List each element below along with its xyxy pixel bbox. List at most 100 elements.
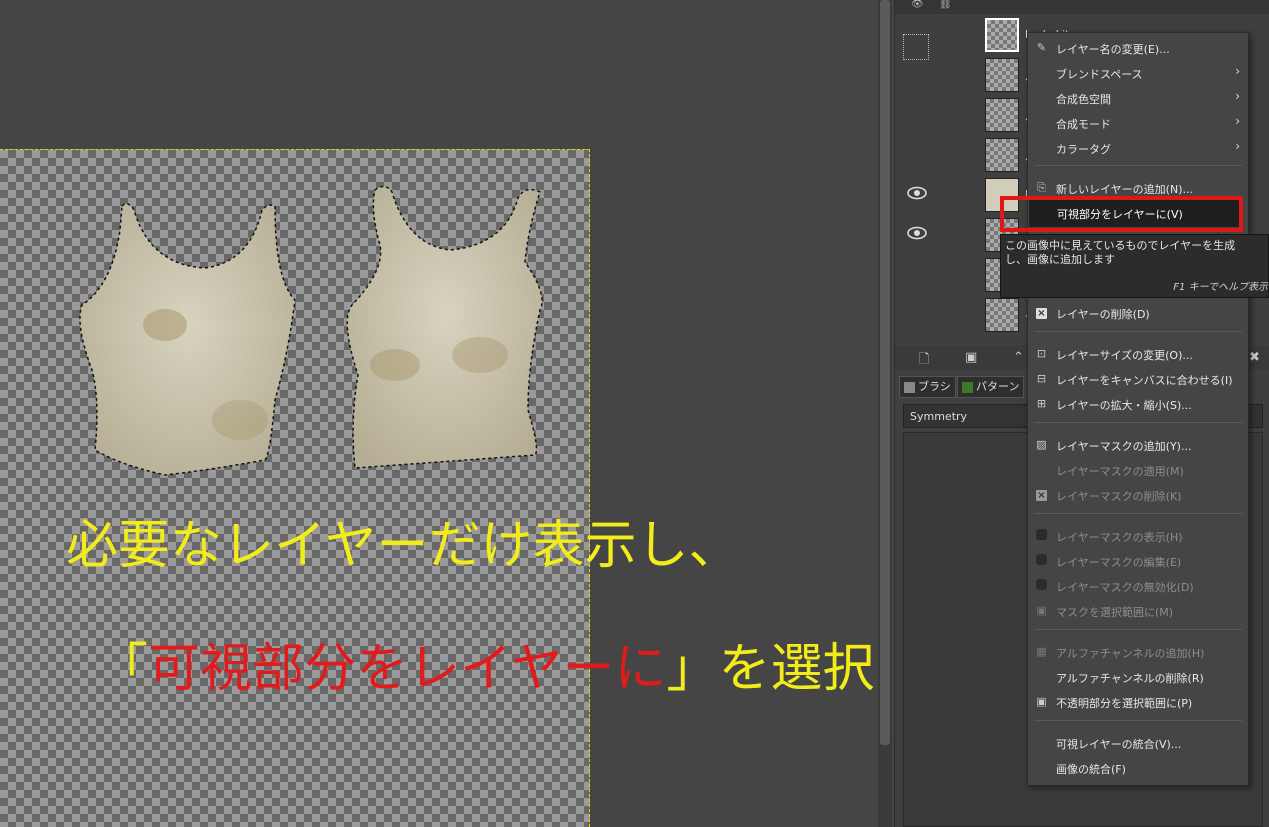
menu-item-disable-layer-mask[interactable]: レイヤーマスクの無効化(D): [1028, 574, 1248, 598]
layer-thumbnail: [985, 138, 1019, 172]
scrollbar-thumb[interactable]: [880, 0, 890, 745]
chain-icon[interactable]: ⛓: [939, 0, 952, 10]
checkbox-icon: [1035, 579, 1048, 592]
layer-thumbnail: [985, 18, 1019, 52]
menu-item-add-alpha-channel[interactable]: ▦ アルファチャンネルの追加(H): [1028, 640, 1248, 664]
menu-item-label: ブレンドスペース: [1056, 68, 1143, 81]
highlight-annotation-box: [1000, 196, 1243, 232]
scale-icon: ⊞: [1036, 397, 1047, 410]
menu-item-layer-boundary-size[interactable]: ⊡ レイヤーサイズの変更(O)...: [1028, 342, 1248, 366]
menu-item-composite-mode[interactable]: 合成モード ›: [1028, 111, 1248, 135]
menu-separator: [1034, 422, 1242, 423]
menu-item-label: レイヤーの拡大・縮小(S)...: [1056, 399, 1192, 412]
tab-label: パターン: [976, 380, 1020, 393]
layer-thumbnail: [985, 58, 1019, 92]
menu-item-apply-layer-mask[interactable]: レイヤーマスクの適用(M): [1028, 458, 1248, 482]
menu-item-label: マスクを選択範囲に(M): [1056, 606, 1174, 619]
menu-item-delete-layer[interactable]: × レイヤーの削除(D): [1028, 301, 1248, 325]
menu-item-label: 合成モード: [1056, 118, 1111, 131]
image-canvas[interactable]: 必要なレイヤーだけ表示し、 「可視部分をレイヤーに」を選択: [0, 0, 878, 827]
mask-to-selection-icon: ▣: [1036, 604, 1047, 617]
new-group-icon[interactable]: ▣: [965, 350, 977, 365]
menu-item-label: レイヤーの削除(D): [1056, 308, 1150, 321]
menu-item-label: レイヤーマスクの削除(K): [1056, 490, 1182, 503]
menu-item-label: カラータグ: [1056, 143, 1111, 156]
menu-item-label: レイヤーマスクの無効化(D): [1056, 581, 1194, 594]
layer-context-menu: ✎ レイヤー名の変更(E)... ブレンドスペース › 合成色空間 › 合成モード › …: [1027, 32, 1249, 786]
delete-layer-icon[interactable]: ✖: [1249, 350, 1260, 365]
chevron-right-icon: ›: [1235, 114, 1240, 128]
delete-icon: ×: [1036, 308, 1047, 319]
layer-thumbnail: [985, 98, 1019, 132]
menu-item-label: レイヤーをキャンバスに合わせる(I): [1056, 374, 1233, 387]
menu-item-merge-visible-layers[interactable]: 可視レイヤーの統合(V)...: [1028, 731, 1248, 755]
menu-item-label: 新しいレイヤーの追加(N)...: [1056, 183, 1193, 196]
menu-separator: [1034, 165, 1242, 166]
new-layer-icon: ⎘: [1037, 181, 1046, 194]
tab-patterns[interactable]: パターン: [957, 376, 1025, 398]
menu-tooltip: この画像中に見えているものでレイヤーを生成 し、画像に追加します F1 キーでヘ…: [1000, 234, 1269, 298]
menu-item-delete-layer-mask[interactable]: × レイヤーマスクの削除(K): [1028, 483, 1248, 507]
chevron-right-icon: ›: [1235, 139, 1240, 153]
annotation-line1: 必要なレイヤーだけ表示し、: [66, 516, 741, 576]
menu-item-alpha-to-selection[interactable]: ▣ 不透明部分を選択範囲に(P): [1028, 690, 1248, 714]
menu-separator: [1034, 513, 1242, 514]
menu-item-label: 可視レイヤーの統合(V)...: [1056, 738, 1182, 751]
menu-item-add-layer-mask[interactable]: ▨ レイヤーマスクの追加(Y)...: [1028, 433, 1248, 457]
tank-top-images: [79, 185, 543, 476]
menu-item-label: レイヤーマスクの表示(H): [1056, 531, 1183, 544]
layers-header: 👁 ⛓: [895, 0, 1269, 14]
menu-item-label: レイヤーサイズの変更(O)...: [1056, 349, 1193, 362]
menu-item-color-tag[interactable]: カラータグ ›: [1028, 136, 1248, 160]
brush-icon: [904, 381, 915, 393]
menu-separator: [1034, 629, 1242, 630]
menu-item-composite-space[interactable]: 合成色空間 ›: [1028, 86, 1248, 110]
add-mask-icon: ▨: [1036, 438, 1047, 451]
chevron-right-icon: ›: [1235, 64, 1240, 78]
fit-canvas-icon: ⊟: [1036, 372, 1047, 385]
menu-item-show-layer-mask[interactable]: レイヤーマスクの表示(H): [1028, 524, 1248, 548]
eye-icon[interactable]: 👁: [911, 0, 924, 10]
alpha-to-selection-icon: ▣: [1036, 695, 1047, 708]
visibility-eye-icon[interactable]: [907, 226, 927, 240]
delete-icon: ×: [1036, 490, 1047, 501]
alpha-icon: ▦: [1036, 645, 1047, 658]
layer-thumbnail: [985, 298, 1019, 332]
pattern-icon: [962, 381, 973, 393]
menu-item-label: アルファチャンネルの追加(H): [1056, 647, 1205, 660]
menu-item-edit-layer-mask[interactable]: レイヤーマスクの編集(E): [1028, 549, 1248, 573]
new-layer-icon[interactable]: 🗋: [919, 350, 929, 372]
menu-item-label: アルファチャンネルの削除(R): [1056, 672, 1204, 685]
tank-top-back: [79, 203, 296, 476]
canvas-vertical-scrollbar[interactable]: [878, 0, 892, 827]
menu-item-label: 合成色空間: [1056, 93, 1111, 106]
tank-top-front: [346, 185, 543, 469]
menu-item-label: 不透明部分を選択範囲に(P): [1056, 697, 1193, 710]
checkbox-icon: [1035, 554, 1048, 567]
menu-item-label: 画像の統合(F): [1056, 763, 1126, 776]
menu-item-flatten-image[interactable]: 画像の統合(F): [1028, 756, 1248, 780]
visibility-eye-icon[interactable]: [907, 186, 927, 200]
menu-item-remove-alpha-channel[interactable]: アルファチャンネルの削除(R): [1028, 665, 1248, 689]
bracket-open: 「: [96, 639, 149, 699]
menu-item-label: レイヤーマスクの編集(E): [1056, 556, 1182, 569]
rename-icon: ✎: [1036, 41, 1047, 54]
tooltip-text: この画像中に見えているものでレイヤーを生成 し、画像に追加します: [1005, 239, 1236, 266]
annotation-line2: 「可視部分をレイヤーに」を選択: [96, 626, 874, 701]
checkbox-icon: [1035, 529, 1048, 542]
menu-item-label: レイヤーマスクの追加(Y)...: [1056, 440, 1192, 453]
menu-separator: [1034, 720, 1242, 721]
tab-brushes[interactable]: ブラシ: [899, 376, 956, 398]
bracket-close: 」を選択: [666, 639, 875, 699]
menu-separator: [1034, 331, 1242, 332]
annotation-highlight: 可視部分をレイヤーに: [148, 639, 667, 699]
menu-item-rename-layer[interactable]: ✎ レイヤー名の変更(E)...: [1028, 36, 1248, 60]
menu-item-scale-layer[interactable]: ⊞ レイヤーの拡大・縮小(S)...: [1028, 392, 1248, 416]
tab-label: ブラシ: [918, 380, 951, 393]
menu-item-label: レイヤーマスクの適用(M): [1056, 465, 1184, 478]
menu-item-blend-space[interactable]: ブレンドスペース ›: [1028, 61, 1248, 85]
menu-item-layer-to-image-size[interactable]: ⊟ レイヤーをキャンバスに合わせる(I): [1028, 367, 1248, 391]
menu-item-mask-to-selection[interactable]: ▣ マスクを選択範囲に(M): [1028, 599, 1248, 623]
menu-item-label: レイヤー名の変更(E)...: [1056, 43, 1170, 56]
raise-layer-icon[interactable]: ⌃: [1013, 350, 1024, 365]
